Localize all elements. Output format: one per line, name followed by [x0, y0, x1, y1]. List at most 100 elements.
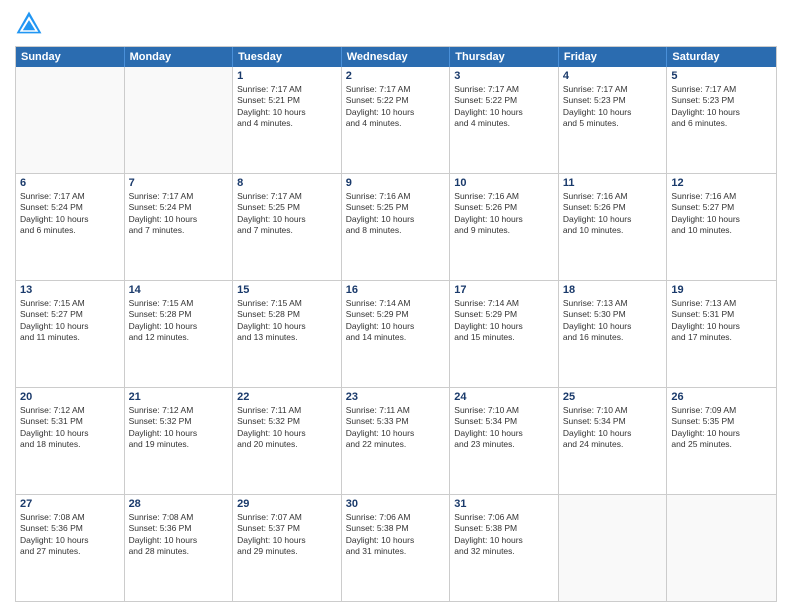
empty-cell: [16, 67, 125, 173]
empty-cell: [559, 495, 668, 601]
day-info: Sunrise: 7:15 AMSunset: 5:27 PMDaylight:…: [20, 298, 120, 344]
day-cell-14: 14Sunrise: 7:15 AMSunset: 5:28 PMDayligh…: [125, 281, 234, 387]
day-number: 30: [346, 498, 446, 510]
day-info: Sunrise: 7:16 AMSunset: 5:26 PMDaylight:…: [454, 191, 554, 237]
day-info: Sunrise: 7:17 AMSunset: 5:24 PMDaylight:…: [129, 191, 229, 237]
day-number: 9: [346, 177, 446, 189]
day-cell-11: 11 Sunrise: 7:16 AMSunset: 5:26 PMDayligh…: [559, 174, 668, 280]
day-info: Sunrise: 7:06 AMSunset: 5:38 PMDaylight:…: [454, 512, 554, 558]
day-cell-4: 4 Sunrise: 7:17 AMSunset: 5:23 PMDaylight…: [559, 67, 668, 173]
day-info: Sunrise: 7:14 AMSunset: 5:29 PMDaylight:…: [346, 298, 446, 344]
header: [15, 10, 777, 38]
day-info: Sunrise: 7:12 AMSunset: 5:31 PMDaylight:…: [20, 405, 120, 451]
day-number: 16: [346, 284, 446, 296]
day-number: 15: [237, 284, 337, 296]
calendar-header: SundayMondayTuesdayWednesdayThursdayFrid…: [16, 47, 776, 67]
day-info: Sunrise: 7:08 AMSunset: 5:36 PMDaylight:…: [20, 512, 120, 558]
day-info: Sunrise: 7:13 AMSunset: 5:30 PMDaylight:…: [563, 298, 663, 344]
day-info: Sunrise: 7:11 AMSunset: 5:32 PMDaylight:…: [237, 405, 337, 451]
calendar-row-1: 1Sunrise: 7:17 AMSunset: 5:21 PMDaylight…: [16, 67, 776, 173]
day-number: 27: [20, 498, 120, 510]
day-info: Sunrise: 7:07 AMSunset: 5:37 PMDaylight:…: [237, 512, 337, 558]
day-cell-29: 29 Sunrise: 7:07 AMSunset: 5:37 PMDayligh…: [233, 495, 342, 601]
day-number: 12: [671, 177, 772, 189]
day-cell-28: 28Sunrise: 7:08 AMSunset: 5:36 PMDayligh…: [125, 495, 234, 601]
day-cell-30: 30 Sunrise: 7:06 AMSunset: 5:38 PMDayligh…: [342, 495, 451, 601]
day-cell-25: 25 Sunrise: 7:10 AMSunset: 5:34 PMDayligh…: [559, 388, 668, 494]
header-cell-saturday: Saturday: [667, 47, 776, 67]
header-cell-thursday: Thursday: [450, 47, 559, 67]
day-number: 21: [129, 391, 229, 403]
day-number: 29: [237, 498, 337, 510]
day-number: 14: [129, 284, 229, 296]
day-info: Sunrise: 7:17 AMSunset: 5:22 PMDaylight:…: [346, 84, 446, 130]
calendar-row-5: 27 Sunrise: 7:08 AMSunset: 5:36 PMDayligh…: [16, 494, 776, 601]
day-cell-1: 1Sunrise: 7:17 AMSunset: 5:21 PMDaylight…: [233, 67, 342, 173]
day-info: Sunrise: 7:13 AMSunset: 5:31 PMDaylight:…: [671, 298, 772, 344]
day-cell-13: 13 Sunrise: 7:15 AMSunset: 5:27 PMDayligh…: [16, 281, 125, 387]
day-info: Sunrise: 7:06 AMSunset: 5:38 PMDaylight:…: [346, 512, 446, 558]
day-cell-8: 8Sunrise: 7:17 AMSunset: 5:25 PMDaylight…: [233, 174, 342, 280]
day-info: Sunrise: 7:17 AMSunset: 5:21 PMDaylight:…: [237, 84, 337, 130]
calendar-row-4: 20Sunrise: 7:12 AMSunset: 5:31 PMDayligh…: [16, 387, 776, 494]
day-cell-9: 9 Sunrise: 7:16 AMSunset: 5:25 PMDaylight…: [342, 174, 451, 280]
day-number: 26: [671, 391, 772, 403]
day-info: Sunrise: 7:17 AMSunset: 5:23 PMDaylight:…: [563, 84, 663, 130]
day-info: Sunrise: 7:17 AMSunset: 5:23 PMDaylight:…: [671, 84, 772, 130]
day-cell-27: 27 Sunrise: 7:08 AMSunset: 5:36 PMDayligh…: [16, 495, 125, 601]
day-number: 13: [20, 284, 120, 296]
day-number: 3: [454, 70, 554, 82]
day-info: Sunrise: 7:11 AMSunset: 5:33 PMDaylight:…: [346, 405, 446, 451]
day-number: 31: [454, 498, 554, 510]
header-cell-sunday: Sunday: [16, 47, 125, 67]
header-cell-monday: Monday: [125, 47, 234, 67]
day-cell-31: 31 Sunrise: 7:06 AMSunset: 5:38 PMDayligh…: [450, 495, 559, 601]
day-cell-20: 20Sunrise: 7:12 AMSunset: 5:31 PMDayligh…: [16, 388, 125, 494]
calendar-row-3: 13 Sunrise: 7:15 AMSunset: 5:27 PMDayligh…: [16, 280, 776, 387]
day-cell-18: 18 Sunrise: 7:13 AMSunset: 5:30 PMDayligh…: [559, 281, 668, 387]
day-number: 11: [563, 177, 663, 189]
day-number: 17: [454, 284, 554, 296]
day-info: Sunrise: 7:16 AMSunset: 5:26 PMDaylight:…: [563, 191, 663, 237]
day-info: Sunrise: 7:16 AMSunset: 5:27 PMDaylight:…: [671, 191, 772, 237]
day-info: Sunrise: 7:17 AMSunset: 5:25 PMDaylight:…: [237, 191, 337, 237]
day-number: 18: [563, 284, 663, 296]
day-cell-5: 5Sunrise: 7:17 AMSunset: 5:23 PMDaylight…: [667, 67, 776, 173]
day-info: Sunrise: 7:16 AMSunset: 5:25 PMDaylight:…: [346, 191, 446, 237]
day-cell-26: 26 Sunrise: 7:09 AMSunset: 5:35 PMDayligh…: [667, 388, 776, 494]
day-cell-15: 15 Sunrise: 7:15 AMSunset: 5:28 PMDayligh…: [233, 281, 342, 387]
calendar-body: 1Sunrise: 7:17 AMSunset: 5:21 PMDaylight…: [16, 67, 776, 601]
page: SundayMondayTuesdayWednesdayThursdayFrid…: [0, 0, 792, 612]
day-info: Sunrise: 7:17 AMSunset: 5:22 PMDaylight:…: [454, 84, 554, 130]
logo-icon: [15, 10, 43, 38]
day-info: Sunrise: 7:15 AMSunset: 5:28 PMDaylight:…: [237, 298, 337, 344]
day-info: Sunrise: 7:10 AMSunset: 5:34 PMDaylight:…: [454, 405, 554, 451]
day-info: Sunrise: 7:09 AMSunset: 5:35 PMDaylight:…: [671, 405, 772, 451]
day-number: 2: [346, 70, 446, 82]
empty-cell: [125, 67, 234, 173]
day-cell-3: 3 Sunrise: 7:17 AMSunset: 5:22 PMDaylight…: [450, 67, 559, 173]
logo: [15, 10, 47, 38]
calendar: SundayMondayTuesdayWednesdayThursdayFrid…: [15, 46, 777, 602]
day-cell-17: 17Sunrise: 7:14 AMSunset: 5:29 PMDayligh…: [450, 281, 559, 387]
day-cell-7: 7Sunrise: 7:17 AMSunset: 5:24 PMDaylight…: [125, 174, 234, 280]
day-number: 24: [454, 391, 554, 403]
day-number: 25: [563, 391, 663, 403]
header-cell-wednesday: Wednesday: [342, 47, 451, 67]
day-cell-16: 16 Sunrise: 7:14 AMSunset: 5:29 PMDayligh…: [342, 281, 451, 387]
header-cell-tuesday: Tuesday: [233, 47, 342, 67]
day-number: 4: [563, 70, 663, 82]
day-cell-23: 23Sunrise: 7:11 AMSunset: 5:33 PMDayligh…: [342, 388, 451, 494]
day-number: 6: [20, 177, 120, 189]
day-cell-2: 2 Sunrise: 7:17 AMSunset: 5:22 PMDaylight…: [342, 67, 451, 173]
day-number: 22: [237, 391, 337, 403]
day-number: 19: [671, 284, 772, 296]
empty-cell: [667, 495, 776, 601]
header-cell-friday: Friday: [559, 47, 668, 67]
day-info: Sunrise: 7:17 AMSunset: 5:24 PMDaylight:…: [20, 191, 120, 237]
day-cell-24: 24 Sunrise: 7:10 AMSunset: 5:34 PMDayligh…: [450, 388, 559, 494]
day-cell-19: 19 Sunrise: 7:13 AMSunset: 5:31 PMDayligh…: [667, 281, 776, 387]
day-cell-12: 12 Sunrise: 7:16 AMSunset: 5:27 PMDayligh…: [667, 174, 776, 280]
day-info: Sunrise: 7:10 AMSunset: 5:34 PMDaylight:…: [563, 405, 663, 451]
day-cell-10: 10Sunrise: 7:16 AMSunset: 5:26 PMDayligh…: [450, 174, 559, 280]
